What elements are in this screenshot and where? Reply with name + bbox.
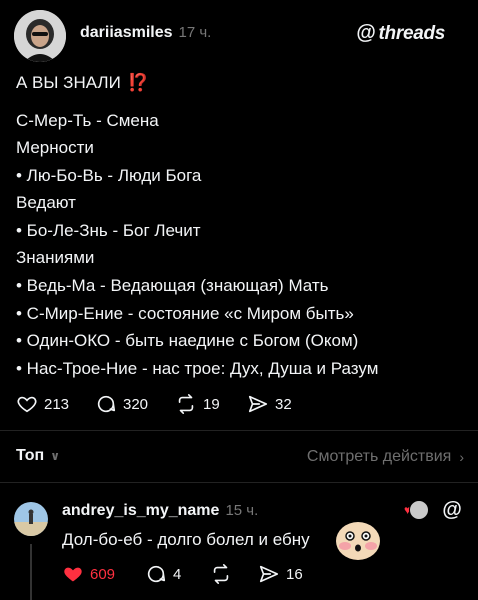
post-line-3: Мерности	[16, 138, 94, 157]
post-line-1: А ВЫ ЗНАЛИ ⁉️	[16, 73, 149, 93]
share-button[interactable]: 32	[247, 393, 292, 415]
like-count: 213	[44, 395, 70, 413]
threads-reply-icon[interactable]: @	[442, 499, 462, 522]
threads-logo: @ threads	[356, 22, 445, 45]
chevron-right-icon: ›	[459, 449, 464, 465]
reply-thread-line	[30, 544, 32, 600]
repost-icon	[213, 564, 229, 584]
post-line-7: Знаниями	[16, 248, 95, 267]
repost-count: 19	[203, 395, 220, 413]
threads-icon: @	[356, 22, 376, 44]
post-author-name[interactable]: dariiasmiles	[80, 24, 173, 42]
liker-avatar	[409, 500, 430, 520]
reply-avatar[interactable]	[14, 502, 48, 536]
blushing-face-emoji	[334, 518, 382, 562]
threads-wordmark: threads	[378, 22, 446, 44]
exclamation-question-emoji: ⁉️	[127, 73, 149, 92]
reply-comment-count: 4	[173, 565, 182, 583]
share-count: 32	[275, 395, 292, 413]
reply-author-row: andrey_is_my_name 15 ч.	[62, 502, 258, 520]
reply-comment-button[interactable]: 4	[145, 563, 181, 585]
comment-icon	[97, 395, 116, 413]
repost-icon	[178, 394, 194, 414]
sort-dropdown[interactable]: Топ ∨	[16, 447, 60, 465]
post-line-5: Ведают	[16, 193, 76, 212]
post-line-8: • Ведь-Ма - Ведающая (знающая) Мать	[16, 276, 329, 295]
comment-icon	[147, 565, 166, 583]
post-line-6: • Бо-Ле-Знь - Бог Лечит	[16, 221, 201, 240]
view-activity-label: Смотреть действия	[306, 448, 452, 465]
reply-share-button[interactable]: 16	[258, 563, 303, 585]
comment-count: 320	[123, 395, 149, 413]
heart-icon	[17, 396, 37, 413]
reply-liked-by: ♥	[404, 500, 430, 520]
reply-text-row: Дол-бо-еб - долго болел и ебну	[62, 530, 310, 550]
reply-like-button[interactable]: 609	[62, 563, 115, 585]
view-activity-link[interactable]: Смотреть действия ›	[307, 448, 464, 466]
heart-filled-icon	[64, 567, 82, 582]
reply-share-count: 16	[286, 565, 303, 583]
post-line-11: • Нас-Трое-Ние - нас трое: Дух, Душа и Р…	[16, 359, 379, 378]
post-heading: А ВЫ ЗНАЛИ	[16, 73, 121, 92]
post-line-9: • С-Мир-Ение - состояние «с Миром быть»	[16, 304, 354, 323]
reply-text: Дол-бо-еб - долго болел и ебну	[62, 530, 310, 549]
repost-button[interactable]: 19	[175, 393, 220, 415]
reply-time: 15 ч.	[225, 502, 259, 519]
comment-button[interactable]: 320	[95, 393, 148, 415]
like-button[interactable]: 213	[16, 393, 69, 415]
post-line-10: • Один-ОКО - быть наедине с Богом (Оком)	[16, 331, 359, 350]
divider-top	[0, 430, 478, 431]
reply-author-name[interactable]: andrey_is_my_name	[62, 502, 219, 520]
post-time: 17 ч.	[178, 24, 212, 41]
author-avatar[interactable]	[14, 10, 66, 62]
reply-like-count: 609	[90, 565, 116, 583]
reply-repost-button[interactable]	[210, 563, 232, 585]
sort-label: Топ	[16, 447, 45, 464]
post-author-row: dariiasmiles 17 ч.	[80, 24, 211, 42]
send-icon	[248, 395, 268, 413]
post-line-2: С-Мер-Ть - Смена	[16, 111, 159, 130]
chevron-down-icon: ∨	[50, 449, 60, 463]
divider-bottom	[0, 482, 478, 483]
send-icon	[259, 565, 279, 583]
post-line-4: • Лю-Бо-Вь - Люди Бога	[16, 166, 202, 185]
